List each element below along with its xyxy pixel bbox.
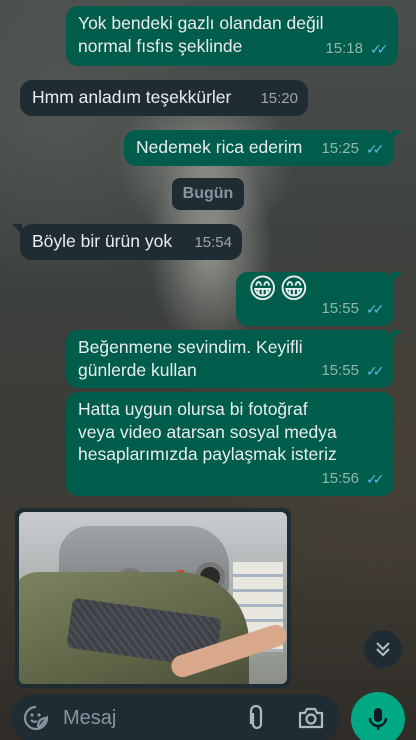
message-bubble-outgoing[interactable]: Nedemek rica ederim 15:25 ✓✓	[124, 130, 402, 166]
message-text: hesaplarımızda paylaşmak isteriz	[78, 444, 337, 464]
camera-button[interactable]	[297, 705, 325, 731]
message-meta: 15:18 ✓✓	[325, 38, 388, 61]
message-bubble-outgoing[interactable]: 😁😁 15:55 ✓✓	[236, 272, 402, 326]
message-time: 15:18	[325, 39, 363, 57]
message-text: veya video atarsan sosyal medya	[78, 421, 337, 442]
message-bubble-outgoing[interactable]: Yok bendeki gazlı olandan değil normal f…	[66, 6, 398, 66]
message-meta: 15:55 ✓✓	[321, 360, 384, 383]
message-text: Hmm anladım teşekkürler	[32, 87, 232, 107]
sticker-icon	[23, 705, 49, 731]
message-meta: 15:55 ✓✓	[321, 298, 384, 321]
read-receipt-icon: ✓✓	[366, 300, 384, 317]
message-text: Beğenmene sevindim. Keyifli	[78, 337, 303, 357]
message-time: 15:56	[321, 469, 359, 487]
message-bubble-outgoing[interactable]: Beğenmene sevindim. Keyifli günlerde kul…	[66, 330, 402, 388]
image-thumbnail[interactable]	[19, 512, 287, 684]
message-bubble-incoming[interactable]: Böyle bir ürün yok 15:54	[12, 224, 242, 260]
message-input[interactable]	[63, 702, 213, 734]
message-meta: 15:20	[260, 88, 298, 111]
date-separator: Bugün	[172, 178, 244, 210]
message-time: 15:54	[194, 233, 232, 251]
emoji-button[interactable]	[23, 705, 49, 731]
double-chevron-down-icon	[376, 642, 390, 657]
message-meta: 15:54	[194, 232, 232, 255]
message-time: 15:20	[260, 89, 298, 107]
message-time: 15:55	[321, 299, 359, 317]
message-text: Yok bendeki gazlı olandan değil	[78, 13, 324, 33]
read-receipt-icon: ✓✓	[370, 40, 388, 57]
attach-button[interactable]	[243, 705, 269, 731]
message-time: 15:25	[321, 139, 359, 157]
read-receipt-icon: ✓✓	[366, 140, 384, 157]
message-meta: 15:25 ✓✓	[321, 138, 384, 161]
scroll-to-bottom-button[interactable]	[364, 630, 402, 668]
read-receipt-icon: ✓✓	[366, 470, 384, 487]
voice-record-button[interactable]	[351, 692, 405, 740]
microphone-icon	[368, 708, 388, 730]
camera-icon	[298, 707, 324, 729]
read-receipt-icon: ✓✓	[366, 362, 384, 379]
message-bubble-incoming[interactable]: Hmm anladım teşekkürler 15:20	[20, 80, 308, 116]
message-time: 15:55	[321, 361, 359, 379]
message-bubble-outgoing[interactable]: Hatta uygun olursa bi fotoğraf veya vide…	[66, 392, 394, 496]
message-meta: 15:56 ✓✓	[321, 468, 384, 491]
paperclip-icon	[249, 705, 263, 730]
message-composer	[11, 694, 340, 740]
message-text: Hatta uygun olursa bi fotoğraf	[78, 399, 308, 419]
photo-message[interactable]	[15, 508, 291, 688]
